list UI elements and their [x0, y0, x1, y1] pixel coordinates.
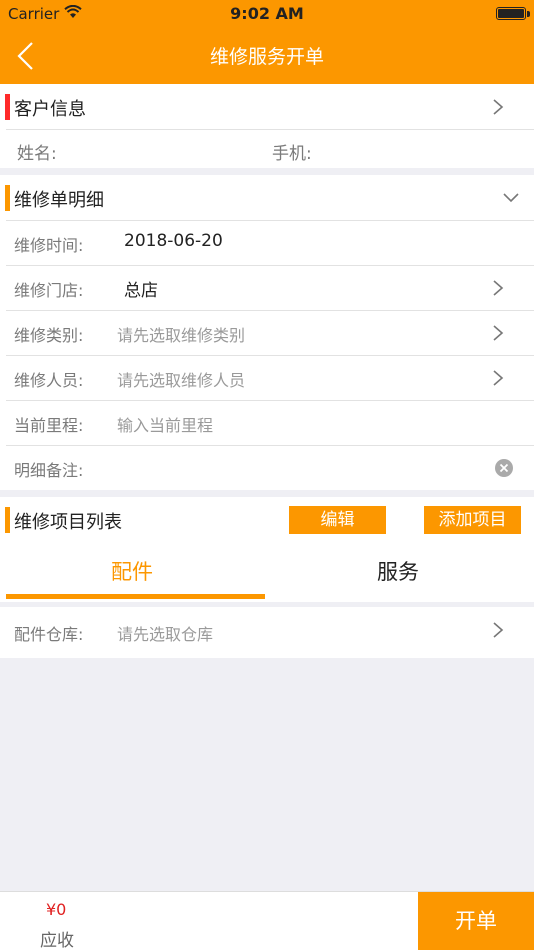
- bottom-bar: ¥0 应收 开单: [0, 891, 534, 950]
- repair-items-title: 维修项目列表: [14, 512, 122, 533]
- receivable-label: 应收: [40, 931, 74, 950]
- repair-staff-placeholder: 请先选取维修人员: [117, 371, 246, 390]
- repair-store-label: 维修门店:: [14, 281, 84, 300]
- warehouse-label: 配件仓库:: [14, 625, 84, 644]
- section-marker: [5, 185, 10, 211]
- repair-details-header[interactable]: 维修单明细: [0, 175, 534, 220]
- active-tab-indicator: [6, 594, 265, 599]
- customer-info-title: 客户信息: [14, 99, 86, 120]
- mileage-label: 当前里程:: [14, 416, 84, 435]
- tab-parts[interactable]: 配件: [111, 556, 153, 586]
- repair-store-value: 总店: [124, 281, 158, 301]
- mileage-input[interactable]: 输入当前里程: [117, 412, 213, 436]
- chevron-down-icon: [503, 193, 519, 203]
- add-item-button[interactable]: 添加项目: [424, 506, 521, 534]
- chevron-right-icon: [493, 622, 504, 638]
- parts-warehouse-row[interactable]: 配件仓库: 请先选取仓库: [0, 607, 534, 658]
- customer-row: 姓名: 手机:: [0, 129, 534, 168]
- customer-info-header[interactable]: 客户信息: [0, 84, 534, 129]
- chevron-right-icon: [493, 325, 504, 341]
- repair-time-label: 维修时间:: [14, 236, 84, 255]
- chevron-right-icon: [493, 99, 504, 115]
- clock: 9:02 AM: [230, 4, 304, 23]
- repair-time-row[interactable]: 维修时间: 2018-06-20: [0, 220, 534, 265]
- page-title: 维修服务开单: [209, 46, 324, 68]
- repair-details-title: 维修单明细: [14, 190, 104, 211]
- repair-type-label: 维修类别:: [14, 326, 84, 345]
- clear-icon[interactable]: [495, 459, 513, 477]
- create-order-button[interactable]: 开单: [418, 892, 534, 950]
- chevron-right-icon: [493, 370, 504, 386]
- battery-icon: [496, 7, 526, 20]
- repair-staff-row[interactable]: 维修人员: 请先选取维修人员: [0, 355, 534, 400]
- section-marker: [5, 507, 10, 533]
- remark-label: 明细备注:: [14, 461, 84, 480]
- repair-store-row[interactable]: 维修门店: 总店: [0, 265, 534, 310]
- nav-bar: 维修服务开单: [0, 28, 534, 84]
- repair-type-row[interactable]: 维修类别: 请先选取维修类别: [0, 310, 534, 355]
- section-marker: [5, 94, 10, 120]
- warehouse-placeholder: 请先选取仓库: [117, 625, 214, 644]
- repair-time-value: 2018-06-20: [124, 231, 223, 251]
- phone-label: 手机:: [272, 144, 312, 164]
- edit-button[interactable]: 编辑: [289, 506, 386, 534]
- mileage-row[interactable]: 当前里程: 输入当前里程: [0, 400, 534, 445]
- repair-type-placeholder: 请先选取维修类别: [117, 326, 246, 345]
- remark-row[interactable]: 明细备注:: [0, 445, 534, 490]
- status-bar: Carrier 9:02 AM: [0, 0, 534, 28]
- tab-bar: 配件 服务: [0, 542, 534, 602]
- chevron-right-icon: [493, 280, 504, 296]
- repair-staff-label: 维修人员:: [14, 371, 84, 390]
- tab-services[interactable]: 服务: [377, 556, 419, 586]
- name-label: 姓名:: [17, 144, 57, 164]
- receivable-amount: ¥0: [46, 900, 67, 919]
